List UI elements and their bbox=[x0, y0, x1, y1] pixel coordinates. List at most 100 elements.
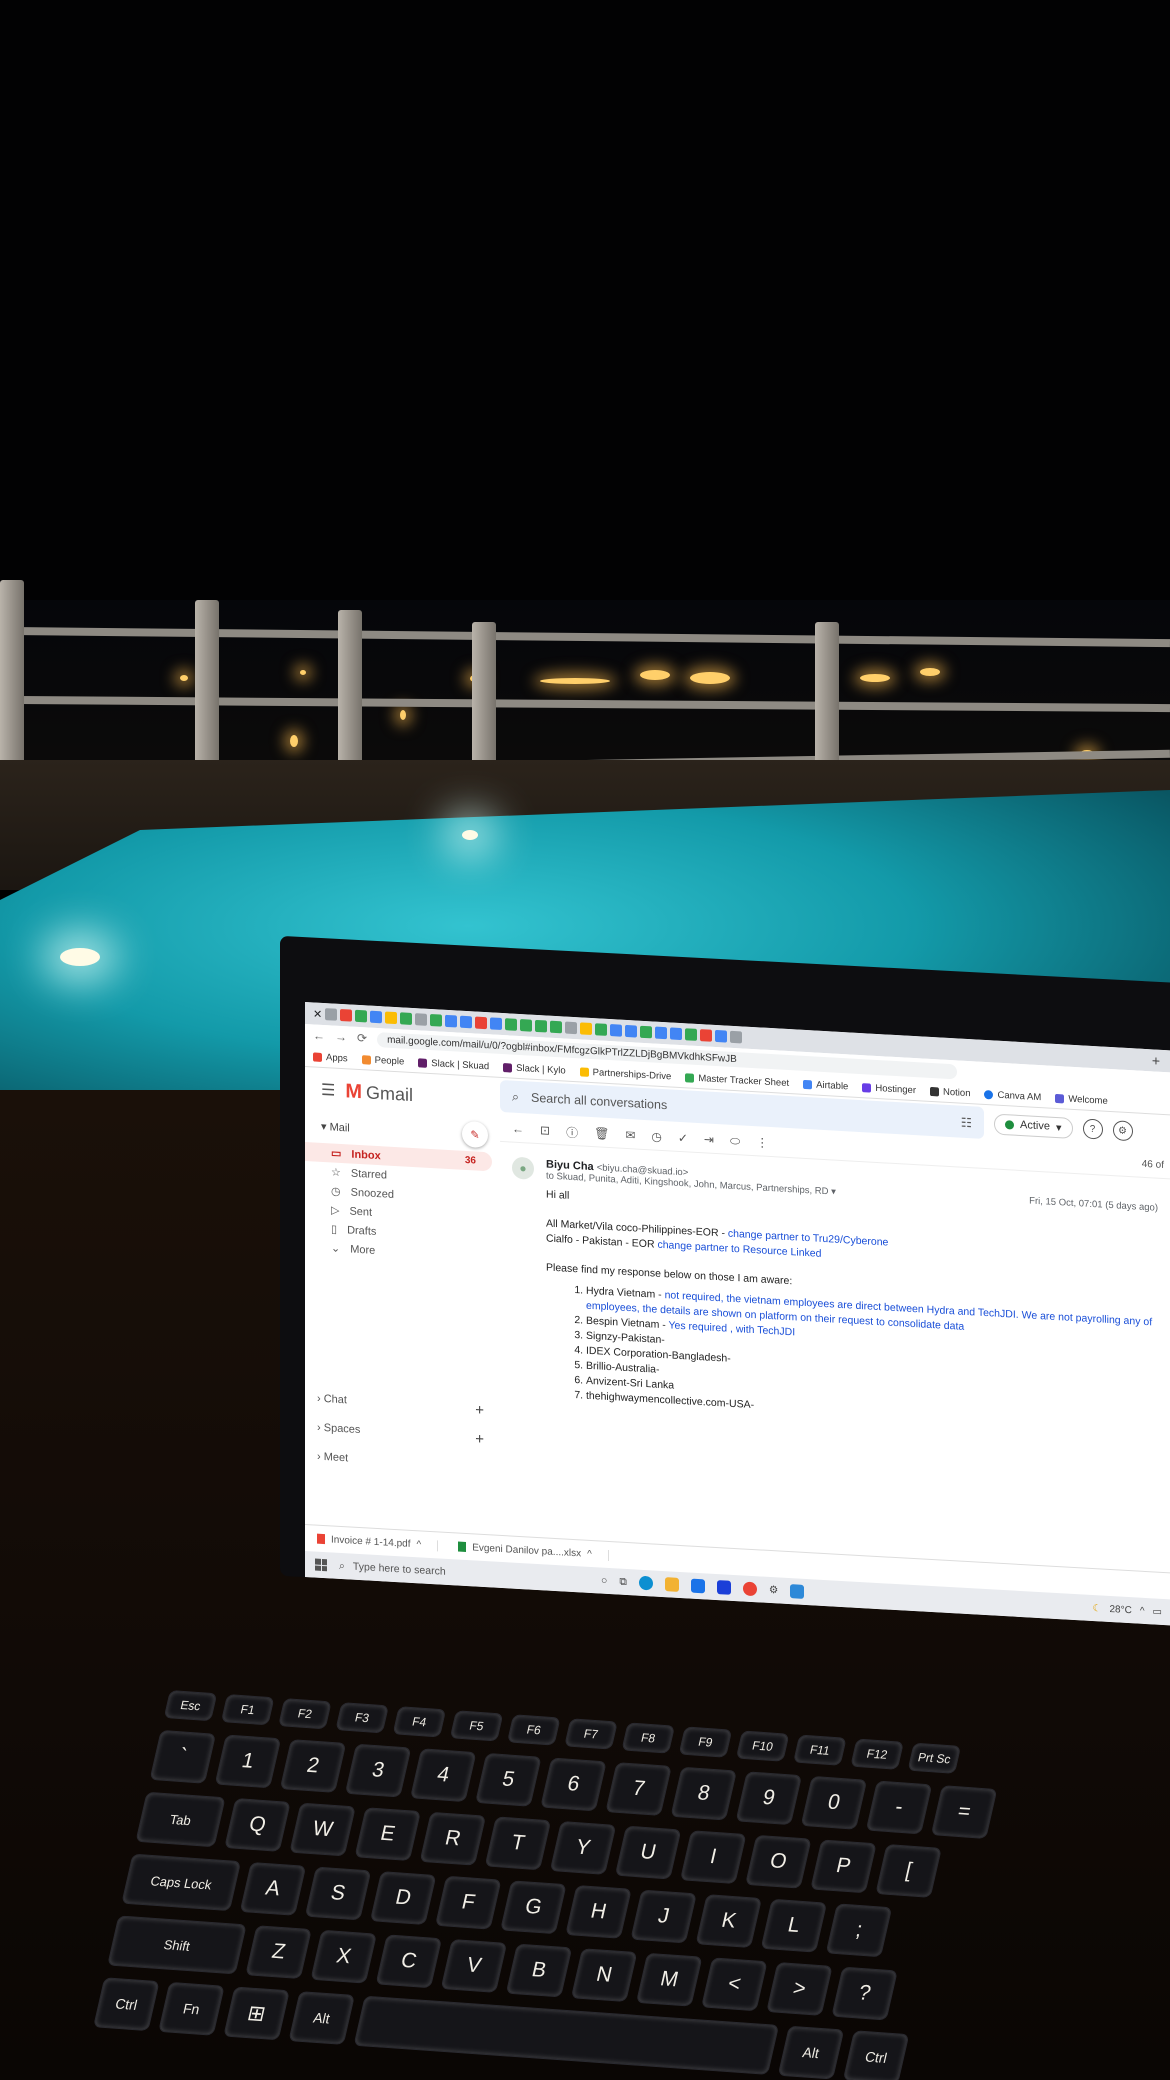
browser-tab[interactable] bbox=[685, 1028, 698, 1041]
browser-tab[interactable] bbox=[520, 1019, 533, 1032]
status-dropdown[interactable]: Active ▾ bbox=[994, 1113, 1073, 1139]
key: K bbox=[695, 1894, 763, 1948]
browser-tab[interactable] bbox=[355, 1009, 368, 1023]
move-to-icon[interactable]: ⇥ bbox=[704, 1132, 714, 1147]
key: Fn bbox=[158, 1981, 225, 2036]
inbox-count: 36 bbox=[464, 1154, 476, 1167]
app-icon[interactable] bbox=[716, 1580, 731, 1595]
key: D bbox=[369, 1871, 437, 1925]
browser-tab[interactable] bbox=[385, 1011, 398, 1025]
key: B bbox=[505, 1943, 573, 1998]
settings-gear-icon[interactable]: ⚙ bbox=[769, 1584, 778, 1597]
file-explorer-icon[interactable] bbox=[664, 1577, 679, 1592]
download-item[interactable]: Invoice # 1-14.pdf ^ bbox=[317, 1533, 439, 1551]
browser-tab[interactable] bbox=[625, 1024, 638, 1038]
browser-tab[interactable] bbox=[610, 1024, 623, 1037]
browser-tab[interactable] bbox=[715, 1029, 728, 1043]
report-spam-icon[interactable]: ⓘ bbox=[566, 1123, 578, 1141]
avatar[interactable]: ● bbox=[512, 1156, 534, 1180]
browser-tab[interactable] bbox=[400, 1012, 413, 1025]
browser-tab[interactable] bbox=[445, 1014, 458, 1028]
message-date: Fri, 15 Oct, 07:01 (5 days ago) bbox=[1029, 1195, 1158, 1214]
close-icon[interactable]: ✕ bbox=[313, 1007, 322, 1021]
menu-icon[interactable]: ☰ bbox=[321, 1080, 335, 1101]
draft-icon: ▯ bbox=[331, 1223, 338, 1236]
key: Caps Lock bbox=[121, 1853, 242, 1912]
browser-tab[interactable] bbox=[475, 1016, 488, 1030]
more-options-icon[interactable]: ⋮ bbox=[756, 1135, 768, 1150]
help-icon[interactable]: ? bbox=[1082, 1118, 1103, 1140]
bookmark-notion[interactable]: Notion bbox=[930, 1085, 970, 1099]
download-item[interactable]: Evgeni Danilov pa....xlsx ^ bbox=[458, 1541, 609, 1561]
search-icon[interactable]: ⌕ bbox=[512, 1089, 519, 1104]
windows-start-icon[interactable] bbox=[315, 1558, 327, 1572]
bookmark-welcome[interactable]: Welcome bbox=[1055, 1092, 1108, 1106]
network-icon[interactable]: ▭ bbox=[1153, 1606, 1162, 1618]
bookmark-slack-kylo[interactable]: Slack | Kylo bbox=[503, 1062, 566, 1076]
key: 9 bbox=[735, 1771, 803, 1826]
page-count: 46 of bbox=[1141, 1158, 1164, 1171]
mark-unread-icon[interactable]: ✉ bbox=[625, 1128, 635, 1143]
chrome-icon[interactable] bbox=[742, 1581, 757, 1597]
forward-arrow-icon[interactable]: → bbox=[335, 1030, 347, 1045]
browser-tab[interactable] bbox=[460, 1015, 473, 1029]
mail-section-label[interactable]: ▾ Mail bbox=[321, 1119, 350, 1134]
browser-tab[interactable] bbox=[595, 1023, 608, 1036]
bookmark-people[interactable]: People bbox=[361, 1054, 404, 1067]
remote-desktop-icon[interactable] bbox=[790, 1584, 805, 1599]
task-view-icon[interactable]: ⧉ bbox=[619, 1575, 627, 1588]
edge-icon[interactable] bbox=[638, 1575, 653, 1591]
delete-icon[interactable]: 🗑 bbox=[594, 1126, 609, 1141]
chevron-up-icon[interactable]: ^ bbox=[1140, 1605, 1145, 1616]
chevron-up-icon[interactable]: ^ bbox=[587, 1548, 592, 1559]
cortana-icon[interactable]: ○ bbox=[601, 1575, 607, 1587]
browser-tab[interactable] bbox=[505, 1018, 518, 1031]
bookmark-hostinger[interactable]: Hostinger bbox=[862, 1082, 916, 1096]
browser-tab[interactable] bbox=[565, 1021, 578, 1035]
browser-tab[interactable] bbox=[670, 1027, 683, 1041]
temperature[interactable]: 28°C bbox=[1110, 1603, 1132, 1615]
compose-button[interactable]: ✎ bbox=[462, 1120, 488, 1149]
key: F3 bbox=[335, 1702, 390, 1734]
browser-tab[interactable] bbox=[340, 1008, 353, 1022]
bookmark-partnerships-drive[interactable]: Partnerships-Drive bbox=[579, 1066, 671, 1082]
gear-icon[interactable]: ⚙ bbox=[1112, 1120, 1133, 1142]
mail-app-icon[interactable] bbox=[690, 1578, 705, 1594]
back-arrow-icon[interactable]: ← bbox=[313, 1028, 325, 1043]
browser-tab[interactable] bbox=[415, 1013, 428, 1026]
browser-tab[interactable] bbox=[730, 1030, 743, 1044]
browser-tab[interactable] bbox=[580, 1022, 593, 1036]
browser-tab[interactable] bbox=[700, 1029, 713, 1042]
browser-tab[interactable] bbox=[490, 1017, 503, 1031]
gmail-logo[interactable]: M Gmail bbox=[345, 1080, 413, 1107]
search-options-icon[interactable]: ☷ bbox=[961, 1114, 972, 1130]
bookmark-slack-skuad[interactable]: Slack | Skuad bbox=[418, 1057, 489, 1072]
reload-icon[interactable]: ⟳ bbox=[357, 1031, 367, 1046]
add-space-icon[interactable]: + bbox=[475, 1431, 484, 1448]
bookmark-apps[interactable]: Apps bbox=[313, 1051, 348, 1064]
gmail-sidebar: ☰ M Gmail ▾ Mail ✎ ▭ Inbox 36 ☆ Starred ◷ Sno… bbox=[305, 1066, 500, 1536]
browser-tab[interactable] bbox=[325, 1008, 338, 1021]
archive-icon[interactable]: ⊡ bbox=[540, 1123, 550, 1138]
add-task-icon[interactable]: ✓ bbox=[678, 1131, 688, 1146]
search-input[interactable]: Search all conversations bbox=[531, 1091, 667, 1113]
back-icon[interactable]: ← bbox=[512, 1122, 524, 1137]
new-tab-icon[interactable]: + bbox=[1152, 1052, 1160, 1068]
key: F5 bbox=[449, 1710, 504, 1742]
caret-down-icon: ▾ bbox=[831, 1186, 836, 1198]
browser-tab[interactable] bbox=[550, 1020, 563, 1034]
browser-tab[interactable] bbox=[640, 1025, 653, 1039]
browser-tab[interactable] bbox=[430, 1014, 443, 1027]
bookmark-master-tracker[interactable]: Master Tracker Sheet bbox=[685, 1072, 789, 1089]
browser-tab[interactable] bbox=[655, 1026, 668, 1040]
airtable-icon bbox=[803, 1079, 813, 1089]
snooze-icon[interactable]: ◷ bbox=[651, 1129, 661, 1144]
chevron-up-icon[interactable]: ^ bbox=[417, 1539, 422, 1550]
key: 7 bbox=[605, 1762, 672, 1816]
browser-tab[interactable] bbox=[535, 1019, 548, 1033]
bookmark-airtable[interactable]: Airtable bbox=[803, 1078, 848, 1092]
label-icon[interactable]: ⬭ bbox=[730, 1133, 740, 1149]
add-chat-icon[interactable]: + bbox=[475, 1402, 484, 1419]
browser-tab[interactable] bbox=[370, 1010, 383, 1024]
bookmark-canva[interactable]: Canva AM bbox=[984, 1088, 1041, 1103]
